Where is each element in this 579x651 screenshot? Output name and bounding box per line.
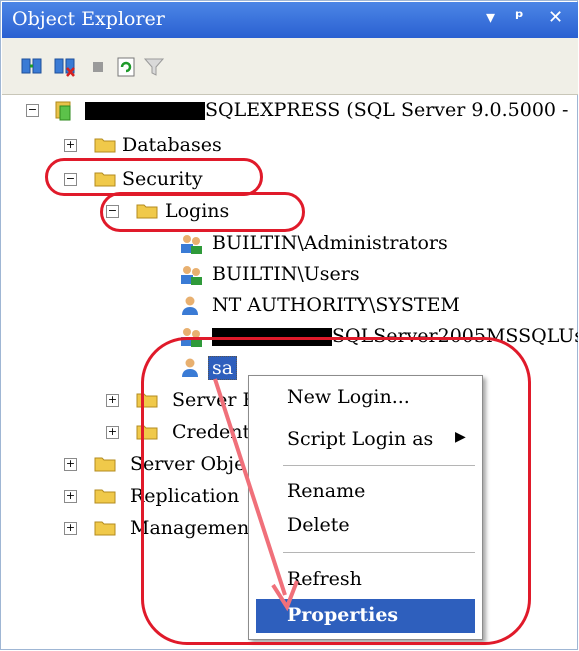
toolbar (2, 38, 578, 95)
dropdown-icon[interactable]: ▾ (486, 7, 495, 28)
login-label: BUILTIN\Users (212, 263, 360, 285)
annotation-ring-menu (141, 337, 531, 645)
login-item[interactable]: NT AUTHORITY\SYSTEM (2, 290, 578, 320)
window-title: Object Explorer (12, 8, 165, 30)
user-group-icon (181, 266, 202, 285)
tree-item-databases[interactable]: + Databases (2, 130, 302, 160)
object-explorer-window: Object Explorer ▾ ᵖ ✕ − SQLEXPRESS (SQL … (0, 0, 578, 650)
redacted-name (85, 102, 205, 120)
login-item[interactable]: BUILTIN\Administrators (2, 228, 578, 258)
collapse-icon[interactable]: − (26, 104, 39, 117)
user-group-icon (181, 235, 202, 254)
server-label: SQLEXPRESS (SQL Server 9.0.5000 - (205, 99, 569, 121)
folder-icon (94, 457, 116, 472)
annotation-ring-security (45, 158, 263, 196)
login-label: NT AUTHORITY\SYSTEM (212, 294, 460, 316)
tree-item-server[interactable]: − SQLEXPRESS (SQL Server 9.0.5000 - (2, 95, 578, 125)
login-item[interactable]: BUILTIN\Users (2, 259, 578, 289)
expand-icon[interactable]: + (64, 522, 77, 535)
expand-icon[interactable]: + (106, 394, 119, 407)
server-icon (55, 101, 71, 121)
refresh-icon[interactable] (115, 56, 139, 78)
disconnect-icon[interactable] (53, 56, 77, 78)
annotation-arrow-icon (213, 378, 299, 612)
close-icon[interactable]: ✕ (548, 7, 563, 28)
pin-icon[interactable]: ᵖ (515, 7, 524, 28)
expand-icon[interactable]: + (64, 139, 77, 152)
user-icon (182, 296, 198, 315)
filter-icon[interactable] (142, 56, 166, 78)
title-bar: Object Explorer ▾ ᵖ ✕ (2, 2, 578, 38)
login-label: BUILTIN\Administrators (212, 232, 448, 254)
annotation-ring-logins (100, 192, 305, 232)
stop-icon[interactable] (87, 56, 111, 78)
folder-icon (94, 489, 116, 504)
tree-item-label: Databases (122, 134, 222, 156)
folder-icon (94, 521, 116, 536)
folder-icon (94, 138, 116, 153)
expand-icon[interactable]: + (64, 458, 77, 471)
connect-icon[interactable] (20, 56, 44, 78)
expand-icon[interactable]: + (106, 426, 119, 439)
expand-icon[interactable]: + (64, 490, 77, 503)
